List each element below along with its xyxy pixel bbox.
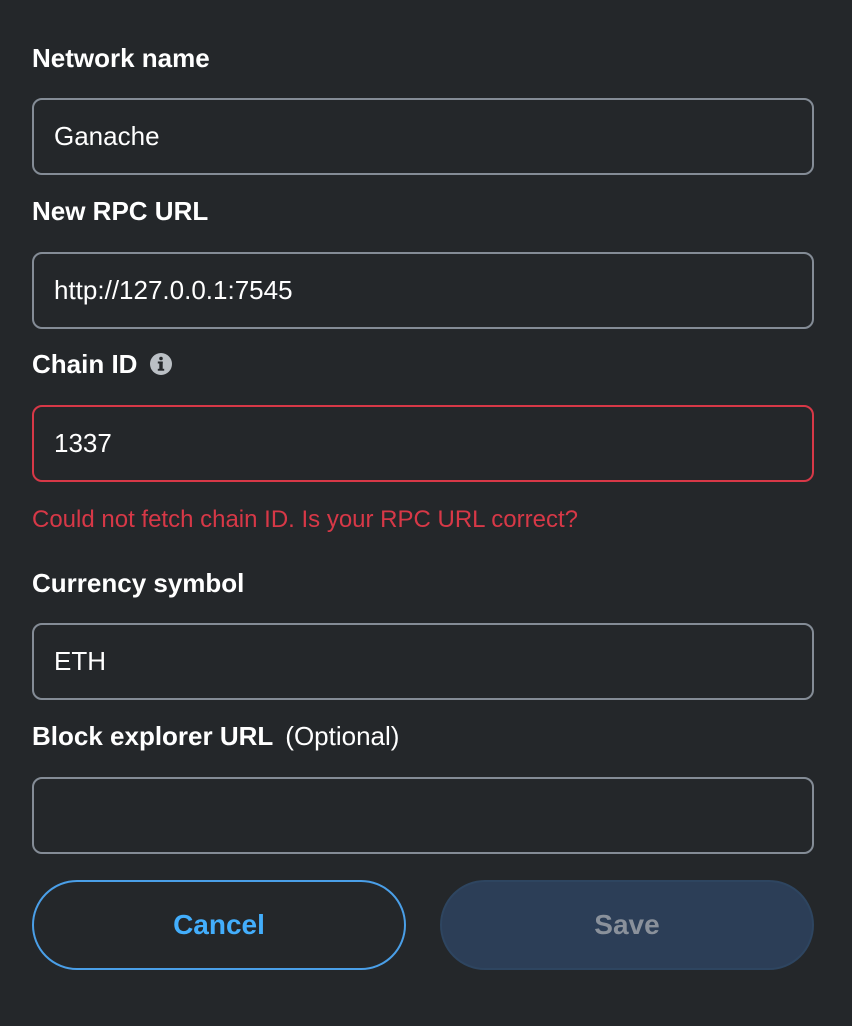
block-explorer-input[interactable] [32, 777, 814, 854]
info-icon[interactable] [149, 352, 173, 376]
chain-id-input[interactable]: 1337 [32, 405, 814, 482]
rpc-url-input[interactable]: http://127.0.0.1:7545 [32, 252, 814, 329]
rpc-url-label-text: New RPC URL [32, 195, 209, 226]
chain-id-error-message: Could not fetch chain ID. Is your RPC UR… [32, 506, 578, 533]
network-name-label: Network name [32, 42, 210, 74]
chain-id-label: Chain ID [32, 348, 173, 380]
block-explorer-label: Block explorer URL (Optional) [32, 720, 399, 752]
rpc-url-label: New RPC URL [32, 195, 208, 227]
block-explorer-optional-text: (Optional) [285, 720, 400, 751]
network-name-label-text: Network name [32, 42, 210, 73]
currency-symbol-label-text: Currency symbol [32, 567, 245, 598]
cancel-button[interactable]: Cancel [32, 880, 406, 970]
save-button-label: Save [594, 909, 660, 940]
save-button[interactable]: Save [440, 880, 814, 970]
chain-id-label-text: Chain ID [32, 348, 138, 379]
block-explorer-label-text: Block explorer URL [32, 720, 274, 751]
network-name-value: Ganache [54, 121, 160, 151]
cancel-button-label: Cancel [173, 909, 265, 940]
chain-id-value: 1337 [54, 428, 112, 458]
currency-symbol-value: ETH [54, 646, 106, 676]
currency-symbol-label: Currency symbol [32, 567, 244, 599]
rpc-url-value: http://127.0.0.1:7545 [54, 275, 293, 305]
network-name-input[interactable]: Ganache [32, 98, 814, 175]
currency-symbol-input[interactable]: ETH [32, 623, 814, 700]
